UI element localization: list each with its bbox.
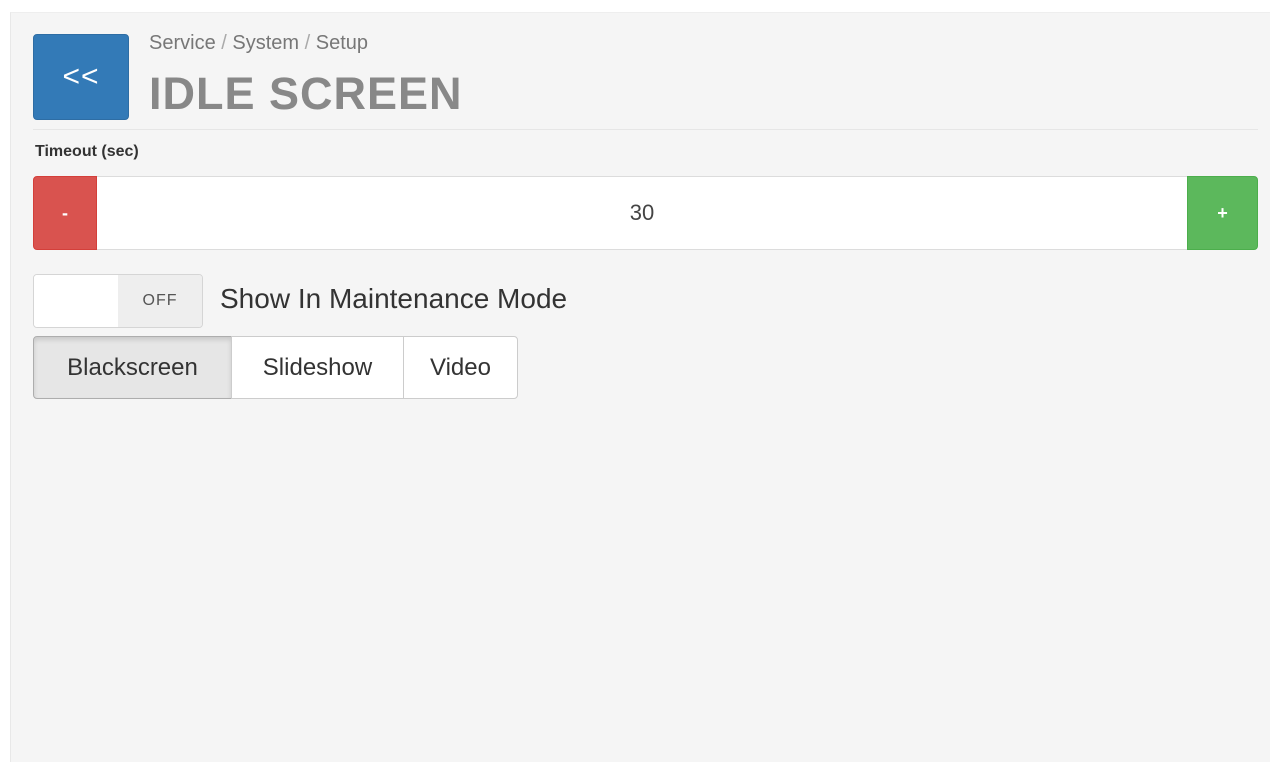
toggle-handle[interactable] <box>34 275 118 327</box>
breadcrumb-item-setup: Setup <box>315 32 369 54</box>
mode-option-video[interactable]: Video <box>403 336 518 399</box>
title-divider <box>33 129 1258 130</box>
back-button[interactable]: << <box>33 34 129 120</box>
breadcrumb-item-system: System <box>232 32 300 54</box>
mode-option-slideshow[interactable]: Slideshow <box>231 336 404 399</box>
mode-option-blackscreen[interactable]: Blackscreen <box>33 336 232 399</box>
breadcrumb-separator: / <box>304 32 316 54</box>
page-title: IDLE SCREEN <box>149 68 463 119</box>
breadcrumb-item-service: Service <box>149 32 216 54</box>
decrement-button[interactable]: - <box>33 176 97 250</box>
breadcrumb: Service / System / Setup <box>149 32 368 55</box>
timeout-value-field[interactable]: 30 <box>97 176 1187 250</box>
maintenance-mode-label: Show In Maintenance Mode <box>220 283 568 314</box>
maintenance-mode-toggle[interactable]: OFF <box>33 274 203 328</box>
breadcrumb-separator: / <box>221 32 233 54</box>
idle-screen-panel: << Service / System / Setup IDLE SCREEN … <box>10 12 1270 762</box>
increment-button[interactable]: + <box>1187 176 1258 250</box>
idle-mode-selector: Blackscreen Slideshow Video <box>33 336 518 399</box>
timeout-label: Timeout (sec) <box>35 143 139 160</box>
timeout-stepper: - 30 + <box>33 176 1258 250</box>
toggle-off-label: OFF <box>118 275 202 327</box>
